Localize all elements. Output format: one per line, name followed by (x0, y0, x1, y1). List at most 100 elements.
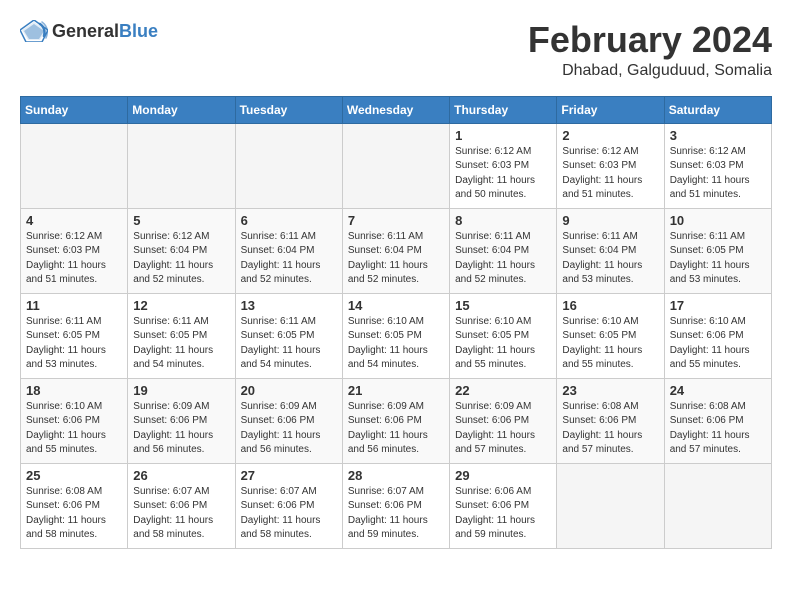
calendar-cell: 21 Sunrise: 6:09 AM Sunset: 6:06 PM Dayli… (342, 378, 449, 463)
calendar-cell: 26 Sunrise: 6:07 AM Sunset: 6:06 PM Dayli… (128, 463, 235, 548)
day-number: 11 (26, 298, 122, 313)
calendar-cell: 7Sunrise: 6:11 AM Sunset: 6:04 PM Daylig… (342, 208, 449, 293)
day-number: 22 (455, 383, 551, 398)
calendar-cell: 22 Sunrise: 6:09 AM Sunset: 6:06 PM Dayli… (450, 378, 557, 463)
calendar-cell: 12Sunrise: 6:11 AM Sunset: 6:05 PM Dayli… (128, 293, 235, 378)
calendar-cell: 29 Sunrise: 6:06 AM Sunset: 6:06 PM Dayli… (450, 463, 557, 548)
calendar-cell: 1 Sunrise: 6:12 AM Sunset: 6:03 PM Daylig… (450, 123, 557, 208)
calendar-week-row: 11 Sunrise: 6:11 AM Sunset: 6:05 PM Dayli… (21, 293, 772, 378)
day-number: 17 (670, 298, 766, 313)
day-info: Sunrise: 6:10 AM Sunset: 6:05 PM Dayligh… (455, 315, 551, 373)
day-info: Sunrise: 6:08 AM Sunset: 6:06 PM Dayligh… (670, 400, 766, 458)
day-info: Sunrise: 6:12 AM Sunset: 6:03 PM Dayligh… (26, 230, 122, 288)
calendar-cell: 15 Sunrise: 6:10 AM Sunset: 6:05 PM Dayli… (450, 293, 557, 378)
calendar-body: 1 Sunrise: 6:12 AM Sunset: 6:03 PM Daylig… (21, 123, 772, 548)
day-info: Sunrise: 6:12 AM Sunset: 6:03 PM Dayligh… (670, 145, 766, 203)
day-info: Sunrise: 6:12 AM Sunset: 6:03 PM Dayligh… (455, 145, 551, 203)
day-number: 27 (241, 468, 337, 483)
location-subtitle: Dhabad, Galguduud, Somalia (528, 62, 772, 80)
calendar-week-row: 1 Sunrise: 6:12 AM Sunset: 6:03 PM Daylig… (21, 123, 772, 208)
calendar-table: SundayMondayTuesdayWednesdayThursdayFrid… (20, 96, 772, 549)
day-info: Sunrise: 6:08 AM Sunset: 6:06 PM Dayligh… (26, 485, 122, 543)
day-number: 8 (455, 213, 551, 228)
calendar-cell: 8Sunrise: 6:11 AM Sunset: 6:04 PM Daylig… (450, 208, 557, 293)
day-number: 14 (348, 298, 444, 313)
weekday-header-wednesday: Wednesday (342, 96, 449, 123)
weekday-header-thursday: Thursday (450, 96, 557, 123)
calendar-week-row: 4 Sunrise: 6:12 AM Sunset: 6:03 PM Daylig… (21, 208, 772, 293)
day-number: 18 (26, 383, 122, 398)
day-info: Sunrise: 6:12 AM Sunset: 6:03 PM Dayligh… (562, 145, 658, 203)
calendar-cell (557, 463, 664, 548)
weekday-header-friday: Friday (557, 96, 664, 123)
calendar-cell (664, 463, 771, 548)
day-number: 24 (670, 383, 766, 398)
calendar-header: SundayMondayTuesdayWednesdayThursdayFrid… (21, 96, 772, 123)
day-info: Sunrise: 6:09 AM Sunset: 6:06 PM Dayligh… (348, 400, 444, 458)
calendar-cell: 19 Sunrise: 6:09 AM Sunset: 6:06 PM Dayli… (128, 378, 235, 463)
calendar-cell (21, 123, 128, 208)
calendar-cell (342, 123, 449, 208)
day-number: 13 (241, 298, 337, 313)
day-number: 26 (133, 468, 229, 483)
day-info: Sunrise: 6:10 AM Sunset: 6:06 PM Dayligh… (670, 315, 766, 373)
day-number: 1 (455, 128, 551, 143)
calendar-cell: 4 Sunrise: 6:12 AM Sunset: 6:03 PM Daylig… (21, 208, 128, 293)
day-info: Sunrise: 6:11 AM Sunset: 6:05 PM Dayligh… (670, 230, 766, 288)
day-number: 4 (26, 213, 122, 228)
logo-icon (20, 20, 48, 42)
calendar-week-row: 25 Sunrise: 6:08 AM Sunset: 6:06 PM Dayli… (21, 463, 772, 548)
day-info: Sunrise: 6:11 AM Sunset: 6:05 PM Dayligh… (241, 315, 337, 373)
page-header: GeneralBlue February 2024 Dhabad, Galgud… (20, 20, 772, 80)
day-info: Sunrise: 6:10 AM Sunset: 6:06 PM Dayligh… (26, 400, 122, 458)
logo-blue-text: Blue (119, 21, 158, 41)
day-info: Sunrise: 6:08 AM Sunset: 6:06 PM Dayligh… (562, 400, 658, 458)
day-info: Sunrise: 6:09 AM Sunset: 6:06 PM Dayligh… (455, 400, 551, 458)
logo: GeneralBlue (20, 20, 158, 42)
calendar-cell: 18 Sunrise: 6:10 AM Sunset: 6:06 PM Dayli… (21, 378, 128, 463)
calendar-cell (235, 123, 342, 208)
calendar-cell: 3Sunrise: 6:12 AM Sunset: 6:03 PM Daylig… (664, 123, 771, 208)
calendar-cell: 16 Sunrise: 6:10 AM Sunset: 6:05 PM Dayli… (557, 293, 664, 378)
day-number: 9 (562, 213, 658, 228)
day-info: Sunrise: 6:11 AM Sunset: 6:05 PM Dayligh… (133, 315, 229, 373)
day-info: Sunrise: 6:07 AM Sunset: 6:06 PM Dayligh… (241, 485, 337, 543)
calendar-cell: 10 Sunrise: 6:11 AM Sunset: 6:05 PM Dayli… (664, 208, 771, 293)
calendar-week-row: 18 Sunrise: 6:10 AM Sunset: 6:06 PM Dayli… (21, 378, 772, 463)
day-number: 16 (562, 298, 658, 313)
day-number: 21 (348, 383, 444, 398)
day-info: Sunrise: 6:06 AM Sunset: 6:06 PM Dayligh… (455, 485, 551, 543)
day-info: Sunrise: 6:10 AM Sunset: 6:05 PM Dayligh… (562, 315, 658, 373)
calendar-cell: 27 Sunrise: 6:07 AM Sunset: 6:06 PM Dayli… (235, 463, 342, 548)
day-info: Sunrise: 6:11 AM Sunset: 6:04 PM Dayligh… (348, 230, 444, 288)
day-number: 29 (455, 468, 551, 483)
day-info: Sunrise: 6:11 AM Sunset: 6:04 PM Dayligh… (562, 230, 658, 288)
day-info: Sunrise: 6:07 AM Sunset: 6:06 PM Dayligh… (348, 485, 444, 543)
calendar-cell: 23 Sunrise: 6:08 AM Sunset: 6:06 PM Dayli… (557, 378, 664, 463)
calendar-cell: 17 Sunrise: 6:10 AM Sunset: 6:06 PM Dayli… (664, 293, 771, 378)
weekday-header-saturday: Saturday (664, 96, 771, 123)
day-info: Sunrise: 6:09 AM Sunset: 6:06 PM Dayligh… (133, 400, 229, 458)
day-number: 2 (562, 128, 658, 143)
calendar-cell: 6Sunrise: 6:11 AM Sunset: 6:04 PM Daylig… (235, 208, 342, 293)
weekday-header-monday: Monday (128, 96, 235, 123)
day-number: 19 (133, 383, 229, 398)
calendar-cell: 11 Sunrise: 6:11 AM Sunset: 6:05 PM Dayli… (21, 293, 128, 378)
title-block: February 2024 Dhabad, Galguduud, Somalia (528, 20, 772, 80)
day-info: Sunrise: 6:07 AM Sunset: 6:06 PM Dayligh… (133, 485, 229, 543)
day-number: 15 (455, 298, 551, 313)
calendar-cell: 13 Sunrise: 6:11 AM Sunset: 6:05 PM Dayli… (235, 293, 342, 378)
day-info: Sunrise: 6:09 AM Sunset: 6:06 PM Dayligh… (241, 400, 337, 458)
day-number: 25 (26, 468, 122, 483)
calendar-cell: 20Sunrise: 6:09 AM Sunset: 6:06 PM Dayli… (235, 378, 342, 463)
calendar-cell: 24 Sunrise: 6:08 AM Sunset: 6:06 PM Dayli… (664, 378, 771, 463)
day-number: 10 (670, 213, 766, 228)
day-number: 23 (562, 383, 658, 398)
logo-text-block: GeneralBlue (52, 21, 158, 42)
calendar-cell: 5Sunrise: 6:12 AM Sunset: 6:04 PM Daylig… (128, 208, 235, 293)
calendar-cell: 14Sunrise: 6:10 AM Sunset: 6:05 PM Dayli… (342, 293, 449, 378)
calendar-cell (128, 123, 235, 208)
day-info: Sunrise: 6:11 AM Sunset: 6:05 PM Dayligh… (26, 315, 122, 373)
weekday-header-row: SundayMondayTuesdayWednesdayThursdayFrid… (21, 96, 772, 123)
day-info: Sunrise: 6:12 AM Sunset: 6:04 PM Dayligh… (133, 230, 229, 288)
